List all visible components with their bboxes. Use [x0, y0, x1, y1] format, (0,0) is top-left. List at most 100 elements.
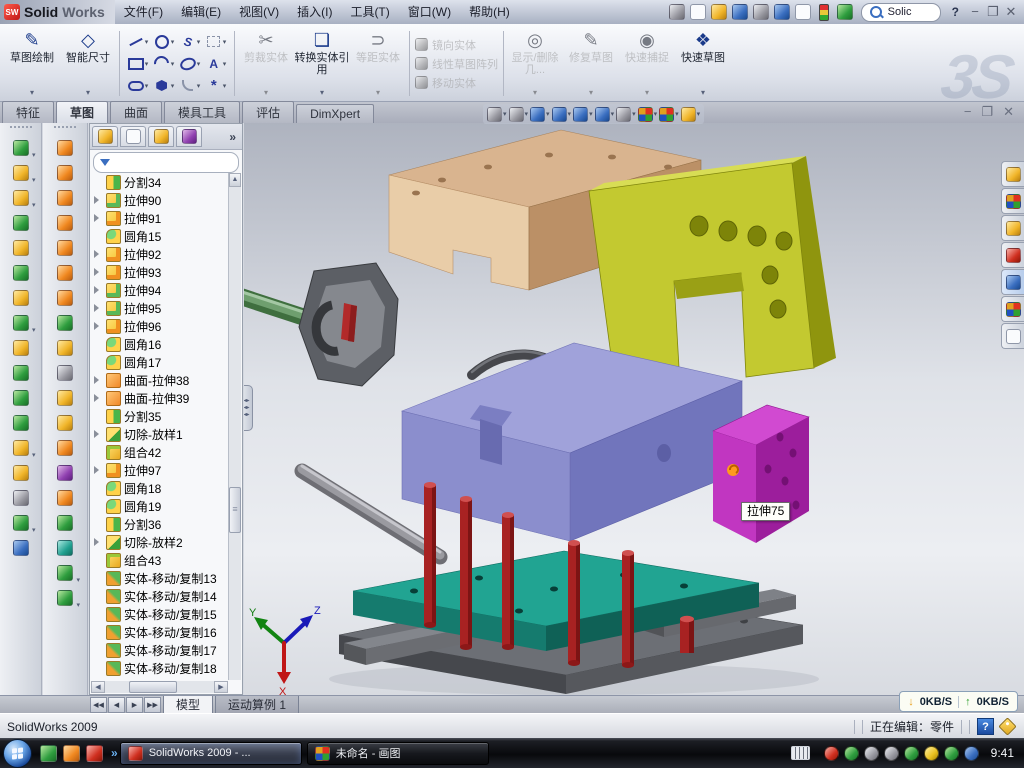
menu-item[interactable]: 文件(F)	[115, 0, 172, 24]
command-button[interactable]: 镜向实体	[415, 37, 498, 53]
scroll-right-arrow[interactable]: ▶	[214, 681, 228, 693]
scroll-left-arrow[interactable]: ◀	[91, 681, 105, 693]
menu-item[interactable]: 工具(T)	[341, 0, 398, 24]
feature-tree-item[interactable]: 拉伸97	[92, 461, 229, 479]
ribbon-tab[interactable]: 模具工具	[164, 101, 240, 123]
command-button[interactable]: ✂ 剪裁实体 ▾	[238, 26, 294, 101]
dropdown-arrow-icon[interactable]: ▾	[533, 87, 537, 101]
search-input[interactable]	[886, 5, 932, 19]
menu-item[interactable]: 帮助(H)	[460, 0, 519, 24]
panel-overflow-button[interactable]: »	[229, 130, 240, 144]
feature-tree-item[interactable]: 拉伸94	[92, 281, 229, 299]
feature-tree-item[interactable]: 切除-放样1	[92, 425, 229, 443]
defender-icon[interactable]	[944, 746, 959, 761]
command-button[interactable]: ✎ 修复草图 ▾	[563, 26, 619, 101]
command-button[interactable]: ◉ 快速捕捉 ▾	[619, 26, 675, 101]
feature-tree-item[interactable]: 圆角18	[92, 479, 229, 497]
expand-arrow-icon[interactable]	[94, 430, 103, 438]
model-slide-insert[interactable]	[299, 263, 398, 386]
feature-tree-item[interactable]: 圆角17	[92, 353, 229, 371]
close-button[interactable]: ✕	[1002, 4, 1020, 20]
feature-tree-item[interactable]: 曲面-拉伸38	[92, 371, 229, 389]
dropdown-arrow-icon[interactable]: ▾	[701, 87, 705, 101]
command-button[interactable]: 移动实体	[415, 75, 498, 91]
taskbar-task-button[interactable]: SolidWorks 2009 - ...	[120, 742, 302, 765]
taskbar-task-button[interactable]: 未命名 - 画图	[307, 742, 489, 765]
expand-arrow-icon[interactable]	[94, 394, 103, 402]
doc-close-button[interactable]: ✕	[1003, 104, 1014, 120]
feature-tree-item[interactable]: 曲面-拉伸39	[92, 389, 229, 407]
help-button[interactable]: ?	[948, 5, 963, 19]
dropdown-arrow-icon[interactable]: ▾	[264, 87, 268, 101]
dropdown-arrow-icon[interactable]: ▾	[589, 87, 593, 101]
study-nav-button[interactable]: ▶▶	[144, 697, 161, 713]
expand-arrow-icon[interactable]	[94, 466, 103, 474]
toolbar-grip[interactable]	[54, 126, 76, 132]
scroll-up-arrow[interactable]: ▲	[229, 173, 241, 187]
shield-icon[interactable]	[844, 746, 859, 761]
expand-arrow-icon[interactable]	[94, 322, 103, 330]
study-nav-button[interactable]: ◀	[108, 697, 125, 713]
command-button[interactable]: ❏ 转换实体引用 ▾	[294, 26, 350, 101]
tree-horizontal-scrollbar[interactable]: ◀ ▶	[91, 681, 228, 693]
model-magenta-block[interactable]	[713, 405, 809, 543]
ribbon-tab[interactable]: 草图	[56, 101, 108, 124]
dropdown-arrow-icon[interactable]: ▾	[320, 87, 324, 101]
feature-tree-item[interactable]: 圆角15	[92, 227, 229, 245]
feature-tree-item[interactable]: 拉伸96	[92, 317, 229, 335]
network-icon[interactable]	[904, 746, 919, 761]
graphics-viewport[interactable]: Y Z X 拉伸75 ◂▸◂▸◂▸	[244, 123, 1024, 695]
ime-keyboard-icon[interactable]	[791, 746, 810, 760]
expand-arrow-icon[interactable]	[94, 214, 103, 222]
tag-icon[interactable]	[998, 717, 1016, 735]
panel-splitter-handle[interactable]: ◂▸◂▸◂▸	[244, 385, 253, 431]
quick-launch-chevron[interactable]: »	[111, 746, 118, 760]
study-tab[interactable]: 模型	[163, 696, 213, 714]
command-button[interactable]: ✎ 草图绘制 ▾	[4, 26, 60, 101]
dropdown-arrow-icon[interactable]: ▾	[645, 87, 649, 101]
expand-arrow-icon[interactable]	[94, 538, 103, 546]
feature-tree-item[interactable]: 实体-移动/复制13	[92, 569, 229, 587]
menu-item[interactable]: 视图(V)	[230, 0, 288, 24]
expand-arrow-icon[interactable]	[94, 268, 103, 276]
solidworks-launcher-icon[interactable]	[86, 745, 103, 762]
search-box[interactable]	[861, 3, 941, 22]
feature-tree-item[interactable]: 分割36	[92, 515, 229, 533]
volume-icon[interactable]	[884, 746, 899, 761]
feature-tree-item[interactable]: 实体-移动/复制18	[92, 659, 229, 677]
feature-tree-item[interactable]: 实体-移动/复制14	[92, 587, 229, 605]
antivirus-icon[interactable]	[824, 746, 839, 761]
command-button[interactable]: ❖ 快速草图 ▾	[675, 26, 731, 101]
minimize-button[interactable]: −	[966, 4, 984, 20]
feature-tree-item[interactable]: 圆角19	[92, 497, 229, 515]
ribbon-tab[interactable]: DimXpert	[296, 104, 374, 123]
scroll-thumb[interactable]	[229, 487, 241, 533]
messenger-icon[interactable]	[40, 745, 57, 762]
feature-tree-item[interactable]: 拉伸90	[92, 191, 229, 209]
ribbon-tab[interactable]: 曲面	[110, 101, 162, 123]
feature-tree-item[interactable]: 拉伸92	[92, 245, 229, 263]
study-nav-button[interactable]: ◀◀	[90, 697, 107, 713]
alert-icon[interactable]	[924, 746, 939, 761]
start-button[interactable]	[3, 739, 32, 768]
toolbar-grip[interactable]	[10, 126, 32, 132]
expand-arrow-icon[interactable]	[94, 250, 103, 258]
expand-arrow-icon[interactable]	[94, 196, 103, 204]
feature-tree-item[interactable]: 切除-放样2	[92, 533, 229, 551]
doc-restore-button[interactable]: ❐	[981, 104, 993, 120]
expand-arrow-icon[interactable]	[94, 304, 103, 312]
feature-tree-item[interactable]: 拉伸93	[92, 263, 229, 281]
security-suite-icon[interactable]	[63, 745, 80, 762]
feature-tree-item[interactable]: 分割34	[92, 173, 229, 191]
study-nav-button[interactable]: ▶	[126, 697, 143, 713]
feature-tree-item[interactable]: 拉伸95	[92, 299, 229, 317]
menu-item[interactable]: 插入(I)	[288, 0, 341, 24]
model-canvas[interactable]: Y Z X	[244, 123, 1024, 695]
command-button[interactable]: ⊃ 等距实体 ▾	[350, 26, 406, 101]
tree-filter-box[interactable]	[93, 152, 239, 173]
feature-tree-item[interactable]: 实体-移动/复制16	[92, 623, 229, 641]
scroll-thumb[interactable]	[129, 681, 177, 693]
sync-icon[interactable]	[964, 746, 979, 761]
certificate-icon[interactable]	[864, 746, 879, 761]
quick-tips-icon[interactable]: ?	[977, 718, 994, 735]
